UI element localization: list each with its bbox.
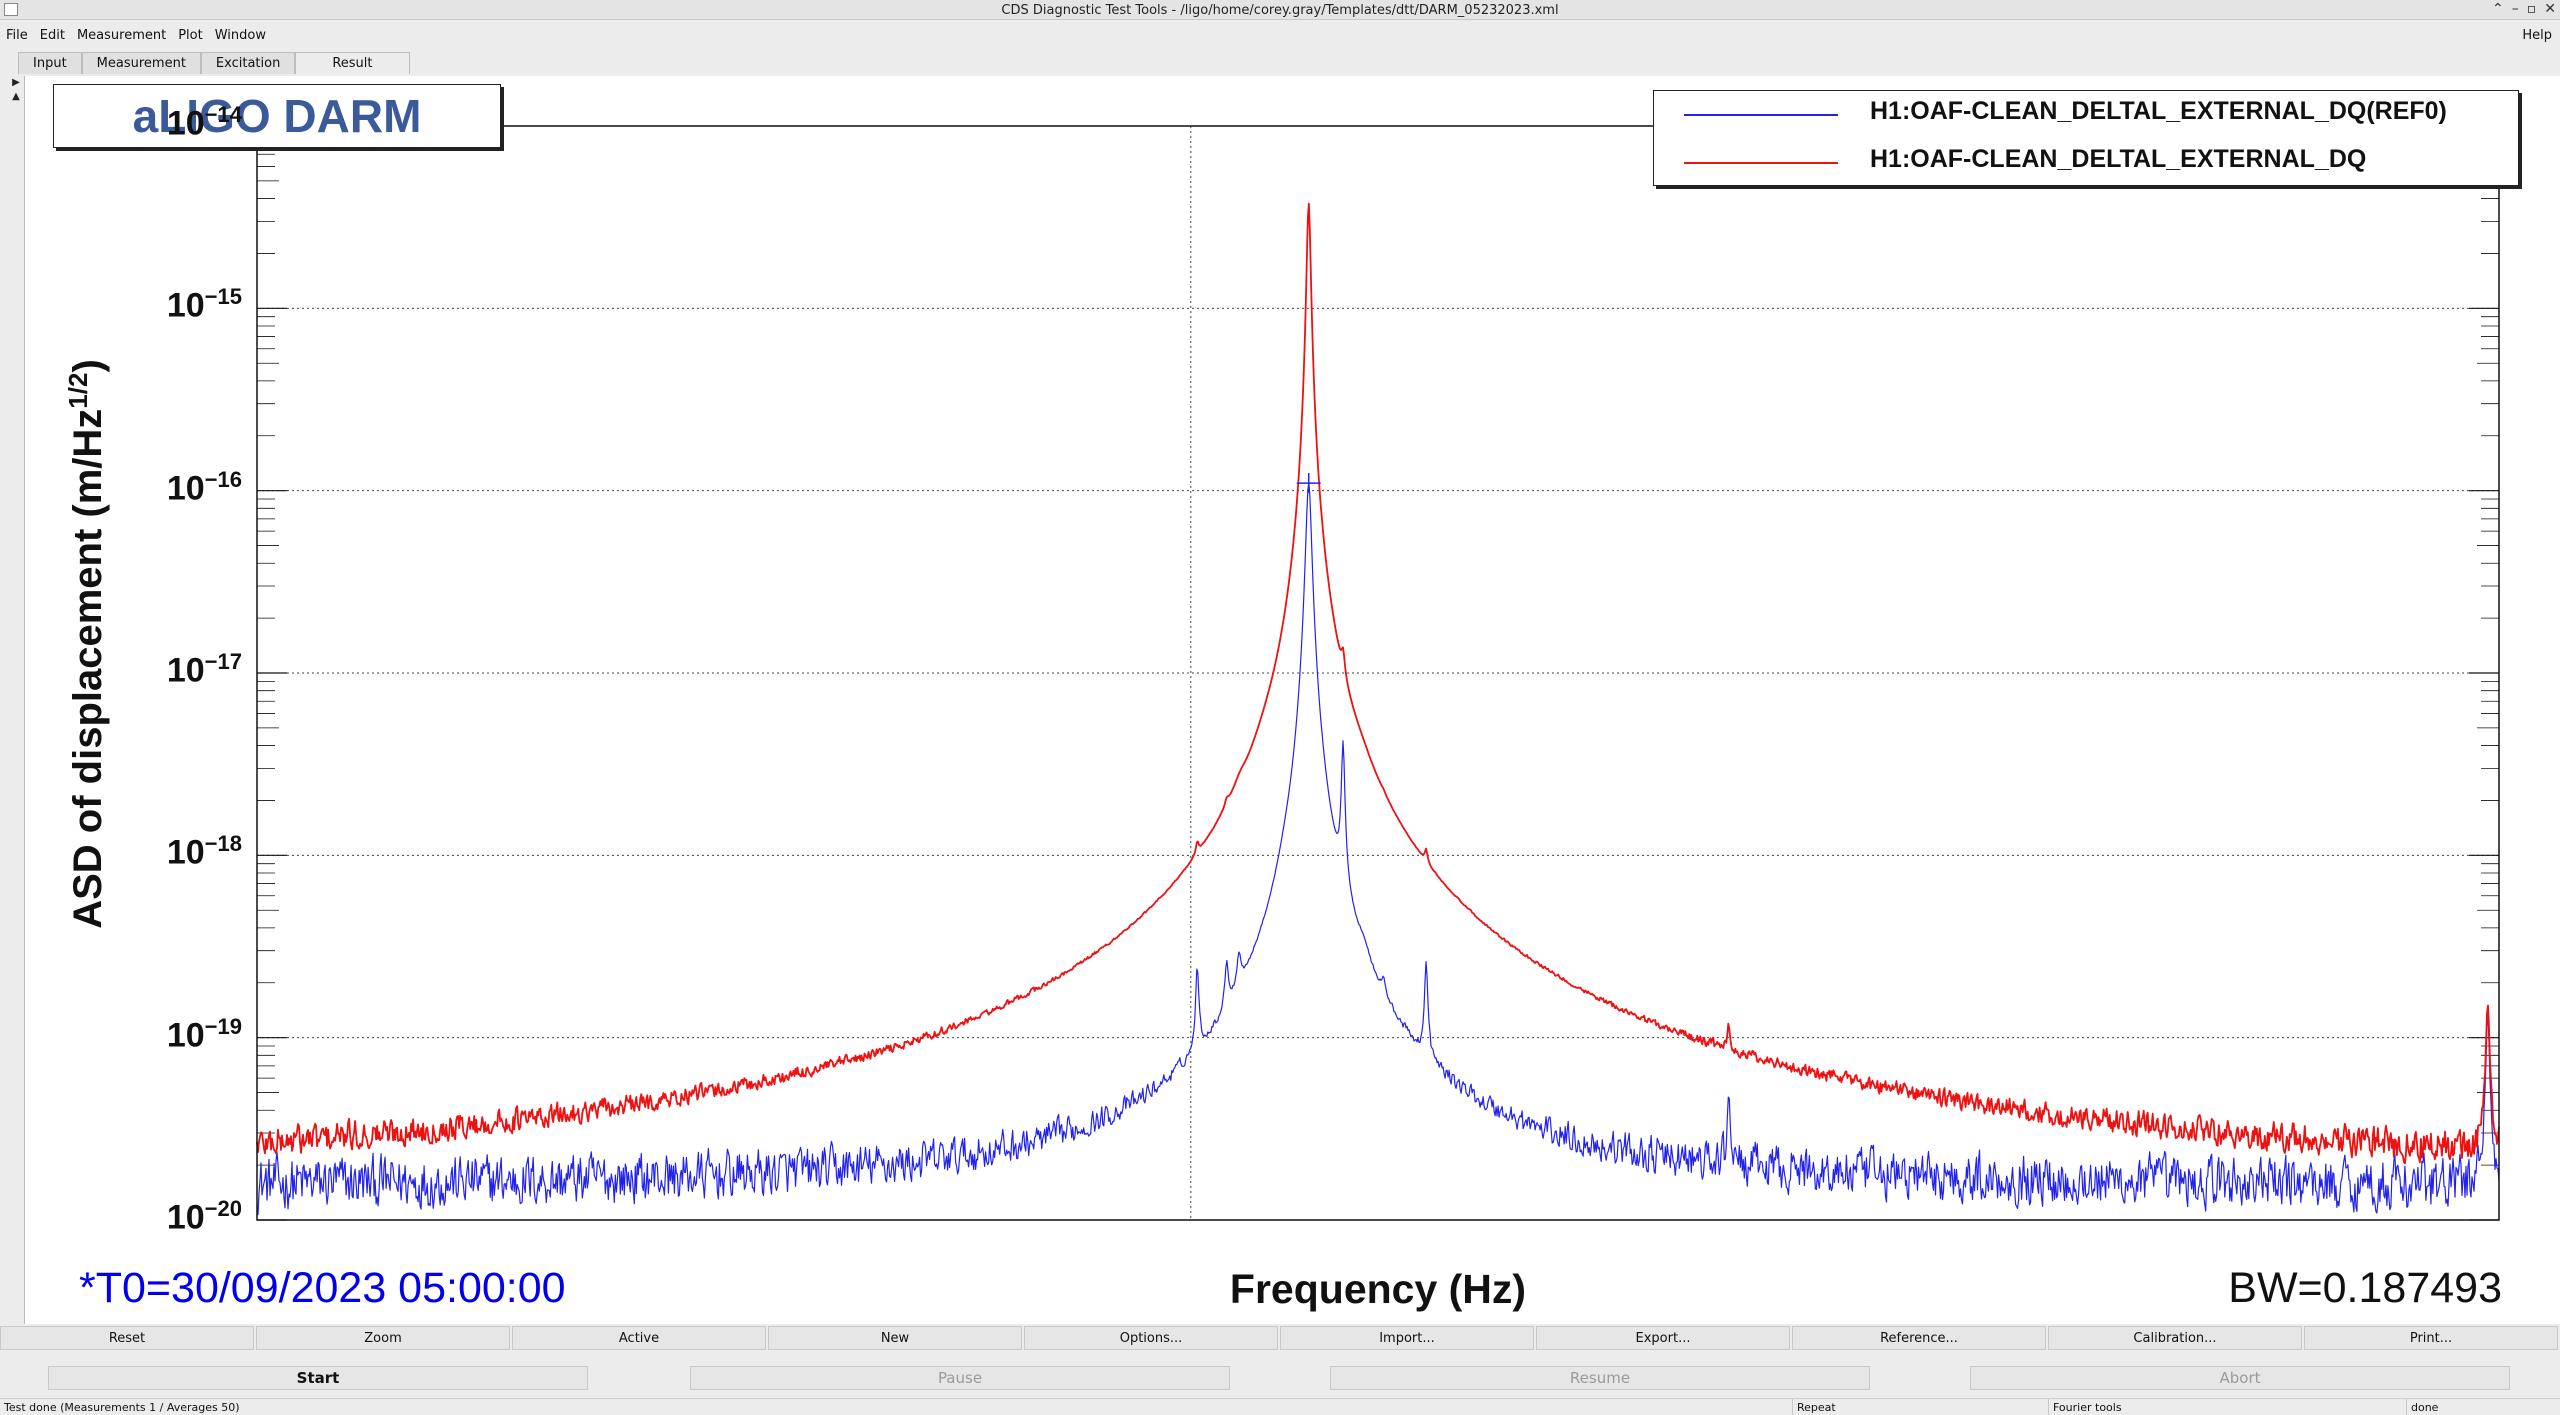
status-tool: Fourier tools [2048,1399,2126,1415]
x-axis-label: Frequency (Hz) [1229,1266,1527,1312]
y-tick-label: 10−20 [167,1196,242,1237]
legend-label-live: H1:OAF-CLEAN_DELTAL_EXTERNAL_DQ [1870,145,2367,173]
y-tick-exponent: −16 [204,466,242,492]
options-button[interactable]: Options... [1024,1326,1278,1350]
y-tick-label: 10−15 [167,284,242,325]
y-tick-base: 10 [166,468,205,507]
export-button[interactable]: Export... [1536,1326,1790,1350]
tab-result[interactable]: Result [295,52,410,74]
active-button[interactable]: Active [512,1326,766,1350]
tab-input[interactable]: Input [18,52,82,74]
series-line-live [256,202,2500,1165]
start-button[interactable]: Start [48,1366,588,1390]
y-axis-label-close: ) [66,359,111,373]
bandwidth-label: BW=0.187493 [2228,1264,2502,1312]
y-tick-label: 10−18 [167,831,242,872]
title-bar: CDS Diagnostic Test Tools - /ligo/home/c… [0,0,2560,20]
y-tick-exponent: −19 [204,1013,242,1039]
minimize-icon[interactable]: – [2512,1,2519,17]
zoom-button[interactable]: Zoom [256,1326,510,1350]
y-axis-label: ASD of displacement (m/Hz1/2) [63,359,111,929]
series-layer [256,202,2500,1216]
calibration-button[interactable]: Calibration... [2048,1326,2302,1350]
y-tick-exponent: −14 [204,102,242,127]
y-tick-base: 10 [166,1198,205,1237]
plot-panel[interactable]: aLIGO DARM H1:OAF-CLEAN_DELTAL_EXTERNAL_… [24,76,2560,1324]
legend-item-ref0: H1:OAF-CLEAN_DELTAL_EXTERNAL_DQ(REF0) [1654,95,2518,135]
resume-button[interactable]: Resume [1330,1366,1870,1390]
measurement-controls: Start Pause Resume Abort [0,1366,2560,1392]
y-tick-label: 10−19 [167,1014,242,1055]
status-bar: Test done (Measurements 1 / Averages 50)… [0,1398,2560,1415]
y-tick-base: 10 [166,1015,205,1054]
window-title: CDS Diagnostic Test Tools - /ligo/home/c… [1001,3,1559,18]
y-axis-label-main: ASD of displacement (m/Hz [66,408,111,929]
y-tick-label: 10−17 [167,649,242,690]
arrow-right-icon[interactable]: ▶ [9,76,23,90]
menu-file[interactable]: File [0,28,34,43]
start-time-label: *T0=30/09/2023 05:00:00 [79,1264,566,1312]
import-button[interactable]: Import... [1280,1326,1534,1350]
y-tick-label: 10−14 [167,102,242,143]
pause-button[interactable]: Pause [690,1366,1230,1390]
plot-toolbar: Reset Zoom Active New Options... Import.… [0,1326,2560,1352]
maximize-icon[interactable]: ▫ [2527,1,2537,17]
status-message: Test done (Measurements 1 / Averages 50) [4,1401,240,1414]
menu-plot[interactable]: Plot [172,28,209,43]
y-tick-base: 10 [166,651,205,690]
y-tick-exponent: −20 [204,1196,242,1221]
status-repeat: Repeat [1792,1399,1840,1415]
reference-button[interactable]: Reference... [1792,1326,2046,1350]
plot-title-box: aLIGO DARM [53,84,501,148]
pad-selector: ▶ ▲ [9,76,23,104]
menu-measurement[interactable]: Measurement [71,28,172,43]
legend-label-ref0: H1:OAF-CLEAN_DELTAL_EXTERNAL_DQ(REF0) [1870,97,2447,125]
legend-swatch-blue [1684,114,1838,116]
plot-canvas[interactable] [25,76,2560,1324]
close-icon[interactable]: ✕ [2544,1,2556,17]
y-tick-label: 10−16 [167,467,242,508]
abort-button[interactable]: Abort [1970,1366,2510,1390]
legend-swatch-red [1684,162,1838,164]
reset-button[interactable]: Reset [0,1326,254,1350]
y-tick-base: 10 [166,286,205,325]
print-button[interactable]: Print... [2304,1326,2558,1350]
grid-layer [257,126,2499,1220]
menu-help[interactable]: Help [2522,28,2552,43]
y-axis-label-exponent: 1/2 [62,372,93,409]
arrow-up-icon[interactable]: ▲ [9,90,23,104]
menu-window[interactable]: Window [209,28,272,43]
tab-bar: Input Measurement Excitation Result [18,52,410,74]
y-tick-base: 10 [166,833,205,872]
tab-excitation[interactable]: Excitation [200,52,296,74]
legend: H1:OAF-CLEAN_DELTAL_EXTERNAL_DQ(REF0) H1… [1653,90,2519,186]
tab-measurement[interactable]: Measurement [81,52,201,74]
y-tick-base: 10 [166,104,205,143]
menu-bar: File Edit Measurement Plot Window Help [0,22,2560,48]
dtt-window: CDS Diagnostic Test Tools - /ligo/home/c… [0,0,2560,1415]
menu-edit[interactable]: Edit [34,28,71,43]
new-button[interactable]: New [768,1326,1022,1350]
status-state: done [2406,1399,2442,1415]
legend-item-live: H1:OAF-CLEAN_DELTAL_EXTERNAL_DQ [1654,143,2518,183]
shade-icon[interactable]: ⌃ [2492,1,2504,17]
y-tick-exponent: −15 [204,284,242,310]
y-tick-exponent: −17 [204,649,242,674]
y-tick-exponent: −18 [204,831,242,857]
